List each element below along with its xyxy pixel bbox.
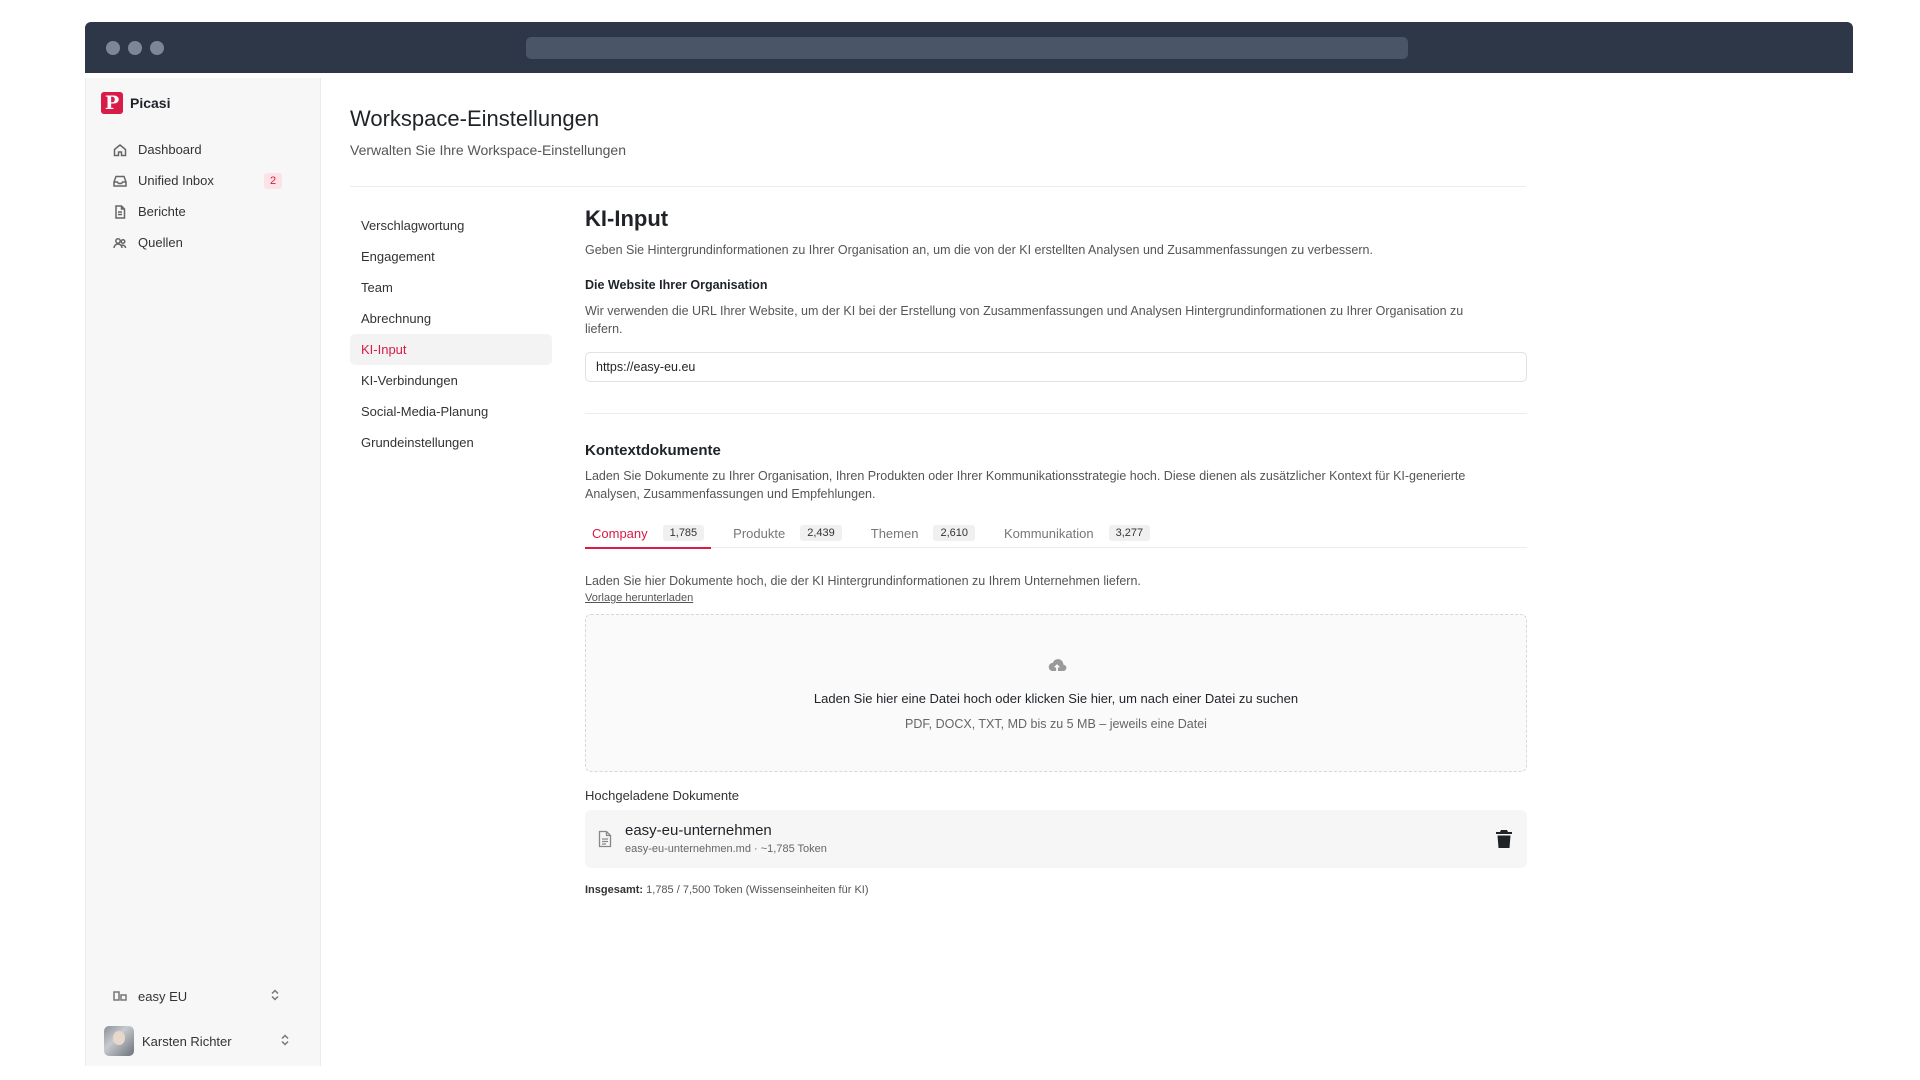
- subnav-item-ki-verbindungen[interactable]: KI-Verbindungen: [350, 365, 552, 396]
- user-menu[interactable]: Karsten Richter: [104, 1024, 296, 1058]
- website-url-input[interactable]: [585, 352, 1527, 382]
- file-dropzone[interactable]: Laden Sie hier eine Datei hoch oder klic…: [585, 614, 1527, 772]
- trash-icon[interactable]: [1495, 829, 1513, 849]
- tab-kommunikation[interactable]: Kommunikation 3,277: [997, 518, 1157, 548]
- document-icon: [112, 204, 128, 220]
- tab-company[interactable]: Company 1,785: [585, 518, 712, 549]
- tab-token-count: 3,277: [1108, 525, 1151, 541]
- download-template-link[interactable]: Vorlage herunterladen: [585, 592, 693, 604]
- chevron-up-down-icon: [278, 1033, 292, 1050]
- section-title: KI-Input: [585, 206, 669, 231]
- list-item: easy-eu-unternehmen easy-eu-unternehmen.…: [585, 810, 1527, 868]
- document-meta: easy-eu-unternehmen.md · ~1,785 Token: [625, 843, 827, 855]
- browser-titlebar: [85, 22, 1853, 73]
- subnav-item-engagement[interactable]: Engagement: [350, 241, 552, 272]
- home-icon: [112, 142, 128, 158]
- inbox-icon: [112, 173, 128, 189]
- brand-logo: P: [101, 92, 123, 114]
- page-subtitle: Verwalten Sie Ihre Workspace-Einstellung…: [350, 142, 627, 158]
- subnav-item-team[interactable]: Team: [350, 272, 552, 303]
- token-total-label: Insgesamt:: [585, 884, 644, 896]
- subnav-item-grundeinstellungen[interactable]: Grundeinstellungen: [350, 427, 552, 458]
- sidebar-item-dashboard[interactable]: Dashboard: [96, 134, 296, 165]
- upload-description: Laden Sie hier Dokumente hoch, die der K…: [585, 574, 1141, 588]
- unread-badge: 2: [264, 173, 282, 189]
- context-docs-description: Laden Sie Dokumente zu Ihrer Organisatio…: [585, 469, 1466, 501]
- tab-token-count: 1,785: [662, 525, 705, 541]
- workspace-switcher[interactable]: easy EU: [96, 980, 296, 1012]
- file-icon: [597, 830, 613, 848]
- token-total-value: 1,785 / 7,500 Token (Wissenseinheiten fü…: [646, 884, 869, 896]
- tab-label: Themen: [870, 525, 919, 541]
- page-title: Workspace-Einstellungen: [350, 106, 600, 131]
- divider: [585, 413, 1527, 414]
- dropzone-file-types: PDF, DOCX, TXT, MD bis zu 5 MB – jeweils…: [905, 717, 1207, 731]
- dropzone-instruction: Laden Sie hier eine Datei hoch oder klic…: [813, 691, 1299, 706]
- website-label: Die Website Ihrer Organisation: [585, 278, 768, 292]
- website-help-text: Wir verwenden die URL Ihrer Website, um …: [585, 304, 1464, 336]
- sidebar-item-quellen[interactable]: Quellen: [96, 227, 296, 258]
- browser-window: P Picasi Dashboard Unified Inbox 2 Beric…: [85, 22, 1853, 1066]
- cloud-upload-icon: [1046, 655, 1068, 677]
- window-close-dot[interactable]: [106, 41, 120, 55]
- user-name: Karsten Richter: [142, 1033, 232, 1049]
- window-maximize-dot[interactable]: [150, 41, 164, 55]
- workspace-name: easy EU: [138, 988, 188, 1004]
- sidebar-item-label: Quellen: [138, 235, 183, 250]
- section-description: Geben Sie Hintergrundinformationen zu Ih…: [585, 243, 1373, 257]
- sidebar-nav: Dashboard Unified Inbox 2 Berichte Quell…: [96, 134, 296, 258]
- sources-icon: [112, 235, 128, 251]
- tab-token-count: 2,439: [800, 525, 842, 541]
- tab-token-count: 2,610: [933, 525, 975, 541]
- doc-category-tabs: Company 1,785 Produkte 2,439 Themen 2,61…: [585, 518, 1527, 549]
- address-bar[interactable]: [526, 37, 1408, 59]
- brand-name: Picasi: [130, 95, 171, 111]
- subnav-item-verschlagwortung[interactable]: Verschlagwortung: [350, 210, 552, 241]
- subnav-item-abrechnung[interactable]: Abrechnung: [350, 303, 552, 334]
- tab-label: Produkte: [733, 525, 786, 541]
- document-name: easy-eu-unternehmen: [625, 822, 772, 839]
- settings-subnav: Verschlagwortung Engagement Team Abrechn…: [350, 210, 552, 458]
- sidebar: P Picasi Dashboard Unified Inbox 2 Beric…: [85, 78, 321, 1066]
- tab-label: Kommunikation: [1003, 525, 1094, 541]
- main-content: Workspace-Einstellungen Verwalten Sie Ih…: [321, 78, 1853, 1066]
- subnav-item-ki-input[interactable]: KI-Input: [350, 334, 552, 365]
- avatar: [104, 1026, 134, 1056]
- sidebar-item-berichte[interactable]: Berichte: [96, 196, 296, 227]
- brand[interactable]: P Picasi: [101, 92, 170, 114]
- tab-themen[interactable]: Themen 2,610: [864, 518, 982, 548]
- tab-label: Company: [592, 525, 648, 541]
- chevron-up-down-icon: [268, 988, 282, 1005]
- window-minimize-dot[interactable]: [128, 41, 142, 55]
- sidebar-item-label: Dashboard: [138, 142, 202, 157]
- sidebar-item-unified-inbox[interactable]: Unified Inbox 2: [96, 165, 296, 196]
- workspace-icon: [112, 988, 128, 1004]
- uploaded-docs-label: Hochgeladene Dokumente: [585, 788, 739, 803]
- subnav-item-social-media-planung[interactable]: Social-Media-Planung: [350, 396, 552, 427]
- context-docs-title: Kontextdokumente: [585, 442, 721, 459]
- token-total: Insgesamt: 1,785 / 7,500 Token (Wissense…: [585, 884, 869, 896]
- tab-produkte[interactable]: Produkte 2,439: [726, 518, 849, 548]
- sidebar-item-label: Unified Inbox: [138, 173, 214, 188]
- divider: [350, 186, 1526, 187]
- sidebar-item-label: Berichte: [138, 204, 186, 219]
